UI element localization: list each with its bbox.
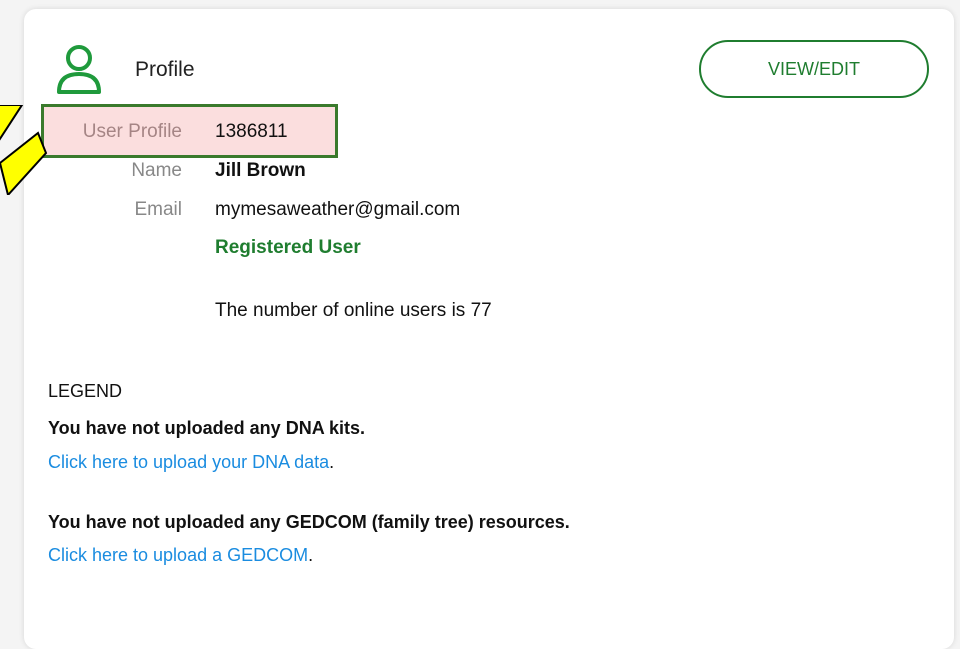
gedcom-upload-link[interactable]: Click here to upload a GEDCOM [48, 545, 308, 565]
email-label: Email [134, 199, 182, 220]
name-label: Name [131, 160, 182, 181]
user-profile-label: User Profile [82, 121, 182, 142]
legend-heading: LEGEND [48, 381, 123, 401]
dna-upload-link[interactable]: Click here to upload your DNA data [48, 452, 329, 472]
dna-notice: You have not uploaded any DNA kits. [48, 418, 366, 438]
page-title: Profile [135, 58, 195, 81]
dna-link-period: . [329, 452, 335, 472]
dna-upload-link-row: Click here to upload your DNA data. [48, 452, 334, 473]
online-users-text: The number of online users is 77 [215, 300, 492, 321]
gedcom-upload-link-row: Click here to upload a GEDCOM. [48, 545, 313, 566]
gedcom-notice: You have not uploaded any GEDCOM (family… [48, 512, 570, 532]
status-text: Registered User [215, 237, 361, 258]
gedcom-link-period: . [308, 545, 314, 565]
email-value: mymesaweather@gmail.com [215, 199, 461, 220]
user-profile-value: 1386811 [215, 121, 288, 142]
view-edit-button[interactable]: VIEW/EDIT [699, 40, 929, 98]
user-profile-icon [57, 45, 101, 94]
name-value: Jill Brown [215, 160, 306, 181]
